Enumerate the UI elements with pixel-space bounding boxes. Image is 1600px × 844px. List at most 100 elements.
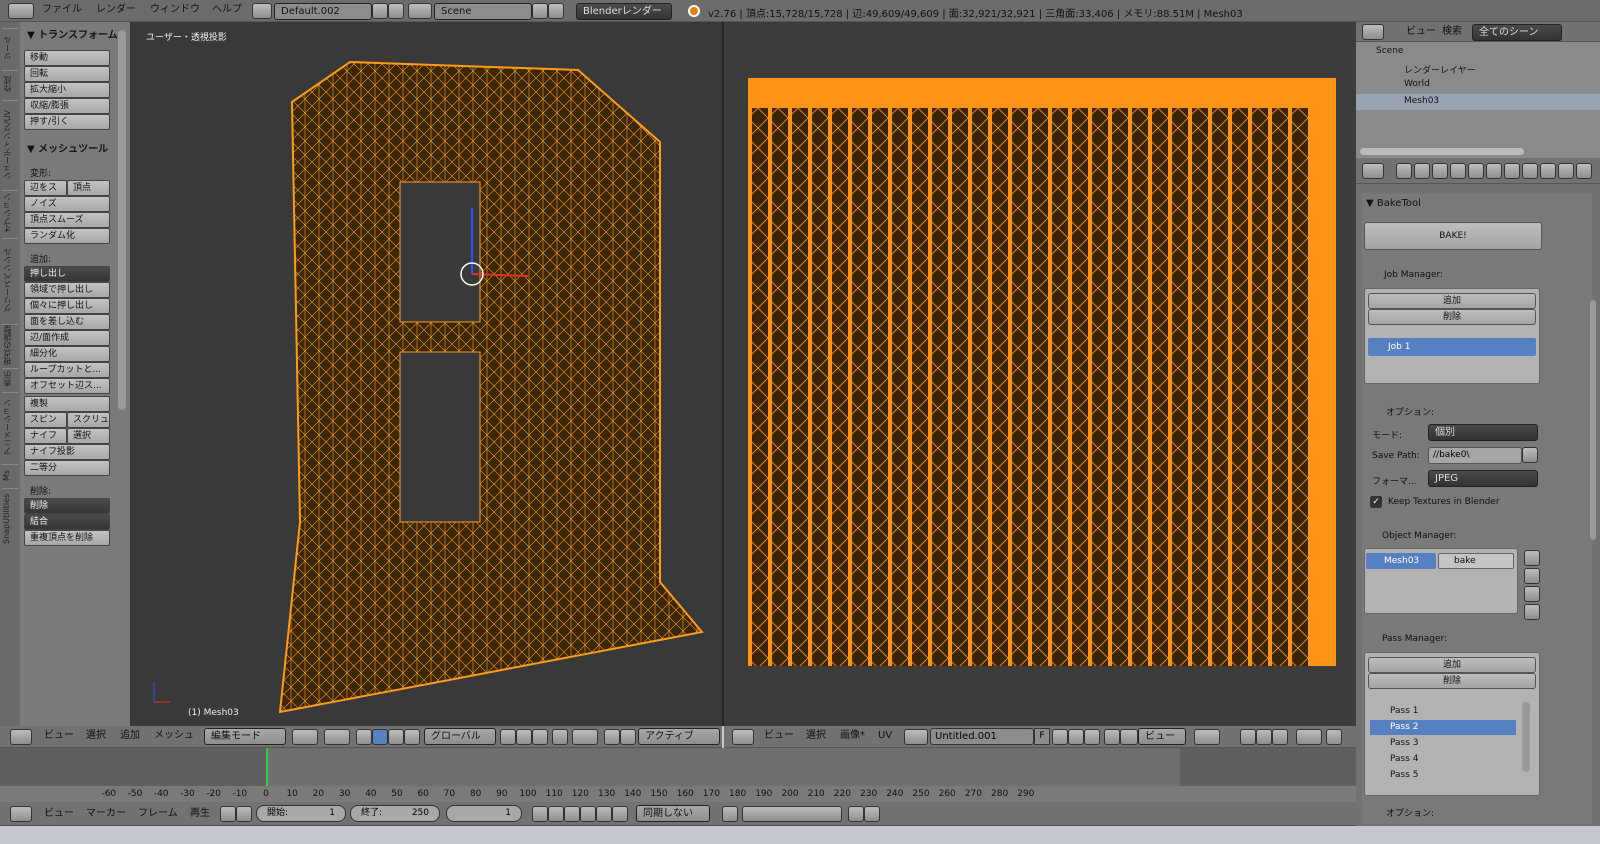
knife-button[interactable]: ナイフ bbox=[24, 428, 67, 444]
object-tab-icon[interactable] bbox=[1468, 163, 1484, 179]
tab-snap-utilities[interactable]: SnapUtilities bbox=[2, 488, 18, 548]
outliner-world[interactable]: World bbox=[1404, 79, 1430, 89]
bisect-button[interactable]: 二等分 bbox=[24, 460, 110, 476]
jump-keyframe-forward-icon[interactable] bbox=[596, 806, 612, 822]
make-edge-face-button[interactable]: 辺/面作成 bbox=[24, 330, 110, 346]
uv-editor-type-icon[interactable] bbox=[732, 729, 754, 745]
scene-field[interactable]: Scene bbox=[434, 3, 532, 20]
new-image-icon[interactable] bbox=[1052, 729, 1068, 745]
preview-range-icon[interactable] bbox=[220, 806, 236, 822]
3d-viewport[interactable]: ユーザー・透視投影 (1) Mesh03 bbox=[130, 22, 722, 726]
subdivide-button[interactable]: 細分化 bbox=[24, 346, 110, 362]
outliner-type-icon[interactable] bbox=[1362, 24, 1384, 40]
unlink-image-icon[interactable] bbox=[1084, 729, 1100, 745]
knife-select-button[interactable]: 選択 bbox=[67, 428, 110, 444]
uv-snap-icon[interactable] bbox=[1326, 729, 1342, 745]
mode-select[interactable]: 個別 bbox=[1428, 424, 1538, 441]
duplicate-button[interactable]: 複製 bbox=[24, 396, 110, 412]
menu-file[interactable]: ファイル bbox=[42, 0, 82, 20]
play-reverse-icon[interactable] bbox=[564, 806, 580, 822]
uv-proportional-icon[interactable] bbox=[1296, 729, 1322, 745]
push-pull-button[interactable]: 押す/引く bbox=[24, 114, 110, 130]
folder-icon[interactable] bbox=[1522, 447, 1538, 463]
orientation-select[interactable]: グローバル bbox=[424, 728, 496, 745]
vertex-select-icon[interactable] bbox=[500, 729, 516, 745]
pass-item-4[interactable]: Pass 4 bbox=[1390, 754, 1419, 764]
uv-vertex-mode-icon[interactable] bbox=[1240, 729, 1256, 745]
spin-button[interactable]: スピン bbox=[24, 412, 67, 428]
mesh-tools-header[interactable]: ▼ メッシュツール bbox=[27, 140, 108, 155]
jump-start-icon[interactable] bbox=[532, 806, 548, 822]
close-scene-icon[interactable] bbox=[548, 3, 564, 19]
pass-item-2[interactable]: Pass 2 bbox=[1390, 722, 1419, 732]
transform-panel-header[interactable]: ▼ トランスフォーム bbox=[27, 26, 118, 41]
3d-menu-select[interactable]: 選択 bbox=[86, 726, 106, 746]
delete-dropdown[interactable]: 削除 bbox=[24, 498, 110, 514]
pass-list-scrollbar[interactable] bbox=[1522, 702, 1530, 772]
uv-menu-image[interactable]: 画像* bbox=[840, 726, 865, 746]
close-layout-icon[interactable] bbox=[388, 3, 404, 19]
scale-manipulator-icon[interactable] bbox=[404, 729, 420, 745]
3d-editor-type-icon[interactable] bbox=[10, 729, 32, 745]
world-tab-icon[interactable] bbox=[1450, 163, 1466, 179]
knife-project-button[interactable]: ナイフ投影 bbox=[24, 444, 110, 460]
translate-manipulator-icon[interactable] bbox=[372, 729, 388, 745]
loop-cut-button[interactable]: ループカットと... bbox=[24, 362, 110, 378]
timeline-menu-marker[interactable]: マーカー bbox=[86, 804, 126, 824]
menu-window[interactable]: ウィンドウ bbox=[150, 0, 200, 20]
uv-edge-mode-icon[interactable] bbox=[1256, 729, 1272, 745]
timeline-menu-view[interactable]: ビュー bbox=[44, 804, 74, 824]
translate-button[interactable]: 移動 bbox=[24, 50, 110, 66]
shrink-fatten-button[interactable]: 収縮/膨張 bbox=[24, 98, 110, 114]
pass-add-button[interactable]: 追加 bbox=[1368, 657, 1536, 673]
pin-icon[interactable] bbox=[1104, 729, 1120, 745]
editor-type-icon[interactable] bbox=[8, 3, 34, 19]
shading-icon[interactable] bbox=[292, 729, 318, 745]
fake-user-button[interactable]: F bbox=[1034, 728, 1050, 745]
outliner-h-scrollbar[interactable] bbox=[1360, 148, 1524, 155]
proportional-edit-icon[interactable] bbox=[572, 729, 598, 745]
delete-keyframe-icon[interactable] bbox=[864, 806, 880, 822]
outliner-render-layers[interactable]: レンダーレイヤー bbox=[1404, 63, 1476, 76]
record-icon[interactable] bbox=[722, 806, 738, 822]
job-add-button[interactable]: 追加 bbox=[1368, 293, 1536, 309]
properties-scrollbar[interactable] bbox=[1590, 300, 1596, 540]
scene-tab-icon[interactable] bbox=[1432, 163, 1448, 179]
uv-pivot-icon[interactable] bbox=[1194, 729, 1220, 745]
sync-select[interactable]: 同期しない bbox=[636, 805, 710, 822]
insert-keyframe-icon[interactable] bbox=[848, 806, 864, 822]
view-select[interactable]: ビュー bbox=[1138, 728, 1186, 745]
uv-menu-uv[interactable]: UV bbox=[878, 726, 892, 746]
vertex-slide-button[interactable]: 頂点 bbox=[67, 180, 110, 196]
timeline-menu-frame[interactable]: フレーム bbox=[138, 804, 178, 824]
jump-end-icon[interactable] bbox=[612, 806, 628, 822]
3d-menu-add[interactable]: 追加 bbox=[120, 726, 140, 746]
object-material-field[interactable] bbox=[1438, 553, 1514, 569]
outliner-scene[interactable]: Scene bbox=[1376, 46, 1403, 56]
play-icon[interactable] bbox=[580, 806, 596, 822]
open-image-icon[interactable] bbox=[1068, 729, 1084, 745]
material-tab-icon[interactable] bbox=[1540, 163, 1556, 179]
tab-display[interactable]: 表示 bbox=[2, 368, 18, 390]
layout-field[interactable]: Default.002 bbox=[274, 3, 372, 20]
3d-menu-mesh[interactable]: メッシュ bbox=[154, 726, 194, 746]
menu-help[interactable]: ヘルプ bbox=[212, 0, 242, 20]
tab-options[interactable]: オプション bbox=[2, 190, 18, 236]
3d-menu-view[interactable]: ビュー bbox=[44, 726, 74, 746]
end-frame-field[interactable]: 終了: 250 bbox=[350, 805, 440, 822]
noise-button[interactable]: ノイズ bbox=[24, 196, 110, 212]
layout-icon[interactable] bbox=[252, 3, 272, 19]
randomize-button[interactable]: ランダム化 bbox=[24, 228, 110, 244]
image-browse-icon[interactable] bbox=[904, 729, 928, 745]
job-remove-button[interactable]: 削除 bbox=[1368, 309, 1536, 325]
display-mode-select[interactable]: 全てのシーン bbox=[1472, 24, 1562, 41]
jump-keyframe-back-icon[interactable] bbox=[548, 806, 564, 822]
snap-icon[interactable] bbox=[604, 729, 620, 745]
tab-create[interactable]: 作成 bbox=[2, 70, 18, 98]
add-scene-icon[interactable] bbox=[532, 3, 548, 19]
eyedropper-icon[interactable] bbox=[1524, 550, 1540, 566]
uv-menu-view[interactable]: ビュー bbox=[764, 726, 794, 746]
lock-range-icon[interactable] bbox=[236, 806, 252, 822]
snap-element-icon[interactable] bbox=[620, 729, 636, 745]
image-name-field[interactable]: Untitled.001 bbox=[930, 728, 1034, 745]
